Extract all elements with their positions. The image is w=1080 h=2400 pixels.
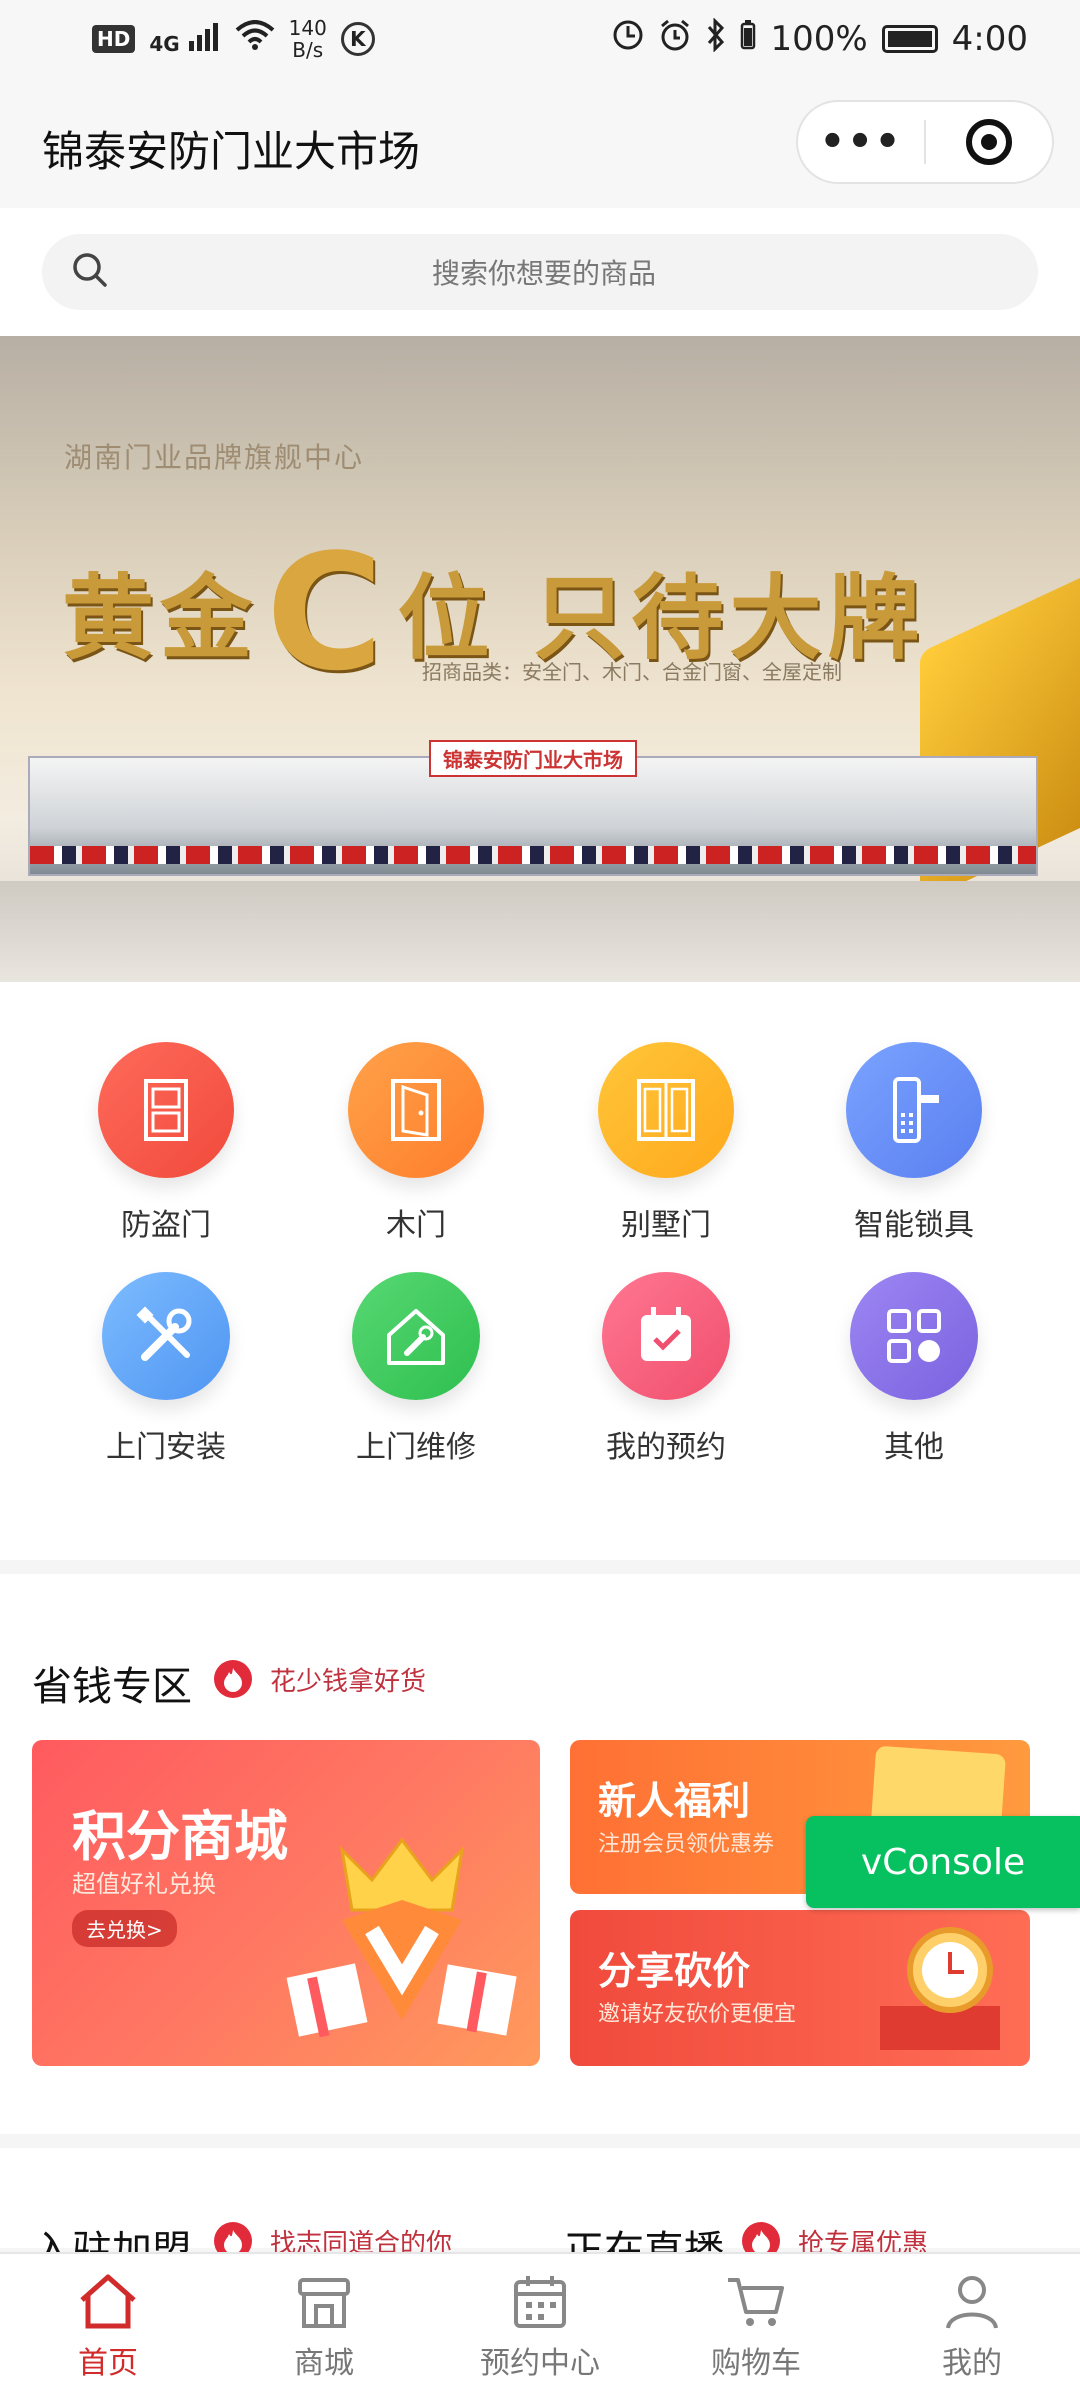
category-other[interactable]: 其他 bbox=[814, 1272, 1014, 1466]
status-left: HD 4G 140 B/s K bbox=[92, 17, 375, 61]
card-title: 分享砍价 bbox=[598, 1949, 751, 1993]
mini-program-capsule: ••• bbox=[796, 100, 1054, 184]
status-right: 100% 4:00 bbox=[612, 16, 1028, 61]
search-input[interactable]: 搜索你想要的商品 bbox=[42, 234, 1038, 310]
points-mall-card[interactable]: 积分商城 超值好礼兑换 去兑换> bbox=[32, 1740, 540, 2066]
tab-label: 购物车 bbox=[711, 2346, 801, 2381]
tab-profile[interactable]: 我的 bbox=[864, 2254, 1080, 2400]
promo-banner[interactable]: 湖南门业品牌旗舰中心 黄金C位 只待大牌 招商品类：安全门、木门、合金门窗、全屋… bbox=[0, 336, 1080, 982]
category-installation[interactable]: 上门安装 bbox=[66, 1272, 266, 1466]
calendar-check-icon bbox=[602, 1272, 730, 1400]
section-tagline: 花少钱拿好货 bbox=[214, 1660, 426, 1698]
card-title: 新人福利 bbox=[598, 1779, 751, 1823]
banner-categories: 招商品类：安全门、木门、合金门窗、全屋定制 bbox=[422, 660, 842, 684]
category-security-door[interactable]: 防盗门 bbox=[66, 1042, 266, 1244]
smart-lock-icon bbox=[846, 1042, 982, 1178]
signal-icon: 4G bbox=[149, 22, 220, 56]
category-label: 上门维修 bbox=[356, 1430, 476, 1465]
banner-road bbox=[0, 881, 1080, 982]
shop-signs bbox=[30, 846, 1036, 864]
category-appointments[interactable]: 我的预约 bbox=[566, 1272, 766, 1466]
security-door-icon bbox=[98, 1042, 234, 1178]
cart-icon bbox=[728, 2278, 784, 2326]
category-villa-door[interactable]: 别墅门 bbox=[566, 1042, 766, 1244]
alarm-icon bbox=[658, 18, 692, 61]
bottom-tab-bar: 首页 商城 预约中心 购物车 我的 bbox=[0, 2252, 1080, 2400]
battery-icon bbox=[881, 25, 938, 53]
share-bargain-card[interactable]: 分享砍价 邀请好友砍价更便宜 bbox=[570, 1910, 1030, 2066]
tagline-text: 花少钱拿好货 bbox=[270, 1666, 427, 1697]
search-placeholder: 搜索你想要的商品 bbox=[431, 257, 656, 290]
tab-home[interactable]: 首页 bbox=[0, 2254, 216, 2400]
calendar-icon bbox=[514, 2276, 566, 2328]
category-wood-door[interactable]: 木门 bbox=[316, 1042, 516, 1244]
banner-headline-left: 黄金 bbox=[62, 565, 259, 672]
search-section: 搜索你想要的商品 bbox=[0, 208, 1080, 336]
category-label: 木门 bbox=[386, 1208, 446, 1243]
battery-small-icon bbox=[740, 19, 756, 59]
tab-mall[interactable]: 商城 bbox=[216, 2254, 432, 2400]
category-label: 智能锁具 bbox=[854, 1208, 974, 1243]
tab-label: 预约中心 bbox=[480, 2346, 600, 2381]
category-label: 别墅门 bbox=[621, 1208, 711, 1243]
target-icon bbox=[965, 119, 1012, 165]
title-bar: 锦泰安防门业大市场 ••• bbox=[0, 78, 1080, 208]
wood-door-icon bbox=[348, 1042, 484, 1178]
store-icon bbox=[298, 2278, 350, 2328]
network-speed: 140 B/s bbox=[288, 16, 327, 62]
category-grid: 防盗门 木门 别墅门 智能锁具 上门安装 上门维修 我的预约 其他 bbox=[0, 982, 1080, 1560]
card-subtitle: 超值好礼兑换 bbox=[72, 1870, 216, 1898]
banner-headline-c: C bbox=[266, 519, 390, 706]
clock-time: 4:00 bbox=[951, 19, 1028, 59]
market-building-image: 锦泰安防门业大市场 bbox=[28, 740, 1038, 876]
tab-label: 首页 bbox=[78, 2346, 138, 2381]
home-icon bbox=[80, 2274, 136, 2329]
user-icon bbox=[946, 2276, 998, 2329]
more-menu-button[interactable]: ••• bbox=[798, 119, 924, 165]
redeem-button[interactable]: 去兑换> bbox=[72, 1910, 177, 1947]
category-label: 我的预约 bbox=[606, 1430, 726, 1465]
category-label: 防盗门 bbox=[121, 1208, 211, 1243]
alarm-clock-graphic bbox=[880, 1927, 1000, 2050]
category-repair[interactable]: 上门维修 bbox=[316, 1272, 516, 1466]
search-icon bbox=[70, 250, 110, 294]
card-title: 积分商城 bbox=[72, 1805, 288, 1868]
signal-type: 4G bbox=[149, 31, 180, 56]
wifi-icon bbox=[235, 19, 275, 59]
category-label: 上门安装 bbox=[106, 1430, 226, 1465]
section-title: 省钱专区 bbox=[32, 1664, 192, 1710]
home-repair-icon bbox=[352, 1272, 480, 1400]
card-subtitle: 邀请好友砍价更便宜 bbox=[598, 2002, 797, 2027]
category-label: 其他 bbox=[884, 1430, 944, 1465]
k-app-icon: K bbox=[340, 22, 375, 56]
grid-icon bbox=[850, 1272, 978, 1400]
hd-indicator: HD bbox=[92, 25, 136, 53]
tools-icon bbox=[102, 1272, 230, 1400]
villa-door-icon bbox=[598, 1042, 734, 1178]
data-saver-icon bbox=[612, 19, 644, 60]
building-sign: 锦泰安防门业大市场 bbox=[429, 740, 637, 777]
vconsole-button[interactable]: vConsole bbox=[806, 1816, 1080, 1908]
tab-booking-center[interactable]: 预约中心 bbox=[432, 2254, 648, 2400]
close-mini-program-button[interactable] bbox=[926, 119, 1052, 165]
page-title: 锦泰安防门业大市场 bbox=[42, 127, 421, 176]
battery-percent: 100% bbox=[770, 19, 868, 59]
bluetooth-icon bbox=[706, 16, 726, 61]
category-smart-lock[interactable]: 智能锁具 bbox=[814, 1042, 1014, 1244]
banner-subtitle: 湖南门业品牌旗舰中心 bbox=[64, 441, 365, 474]
gift-box-icon bbox=[286, 1837, 517, 2038]
tab-label: 我的 bbox=[942, 2346, 1002, 2381]
fire-icon bbox=[214, 1660, 252, 1698]
status-bar: HD 4G 140 B/s K 100% 4:00 bbox=[0, 0, 1080, 78]
tab-cart[interactable]: 购物车 bbox=[648, 2254, 864, 2400]
join-live-section: 入驻加盟 找志同道合的你 正在直播 抢专属优惠 bbox=[0, 2148, 1080, 2274]
card-subtitle: 注册会员领优惠券 bbox=[598, 1832, 775, 1857]
tab-label: 商城 bbox=[294, 2346, 354, 2381]
